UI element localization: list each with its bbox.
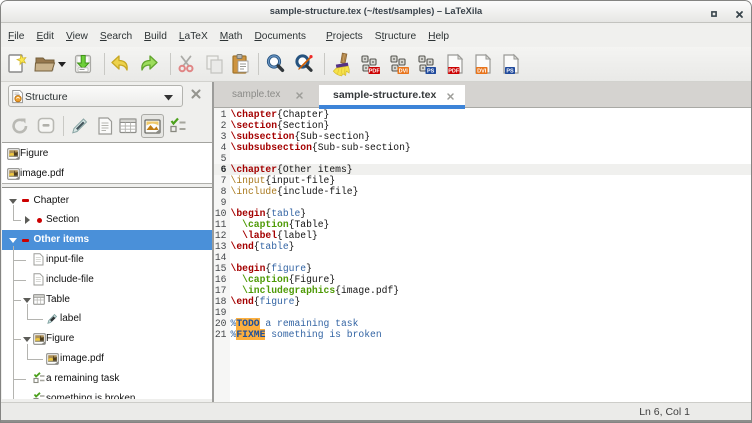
svg-text:PS: PS: [506, 69, 514, 75]
svg-text:DVI: DVI: [399, 69, 409, 75]
svg-text:PDF: PDF: [448, 69, 460, 75]
svg-text:PS: PS: [427, 69, 435, 75]
svg-text:PDF: PDF: [369, 69, 381, 75]
svg-text:DVI: DVI: [477, 69, 487, 75]
